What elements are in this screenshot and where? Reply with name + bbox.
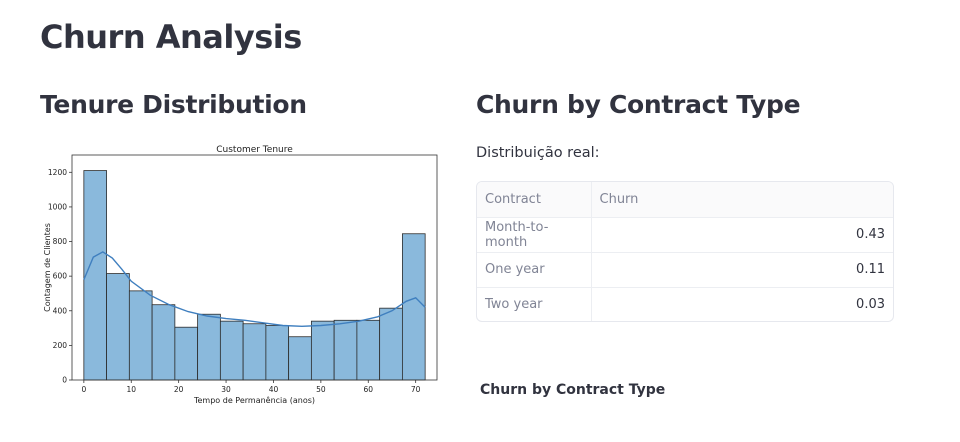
- histogram-bar: [219, 320, 244, 381]
- y-tick-label: 1000: [48, 202, 67, 211]
- x-tick-label: 40: [269, 385, 279, 394]
- row-churn-cell[interactable]: 0.03: [591, 287, 893, 321]
- churn-table[interactable]: Contract Churn Month-to-month 0.43 One y…: [476, 181, 894, 322]
- histogram-bar: [128, 290, 153, 381]
- histogram-bar: [356, 319, 381, 381]
- chart-title: Customer Tenure: [216, 145, 293, 155]
- histogram-bar: [174, 326, 199, 381]
- tenure-histogram-chart: 0 10 20 30 40 50 60 70 0 200 400 600 800 1000 1200 Cust…: [43, 145, 438, 405]
- histogram-bar: [242, 323, 267, 381]
- histogram-bar: [83, 170, 108, 381]
- y-tick-label: 200: [53, 341, 68, 350]
- row-churn-cell[interactable]: 0.43: [591, 217, 893, 253]
- histogram-bar: [401, 233, 426, 381]
- histogram-bar: [265, 325, 290, 381]
- histogram-bar: [288, 336, 312, 381]
- table-row: One year 0.11: [477, 252, 893, 288]
- x-axis-label: Tempo de Permanência (anos): [193, 395, 315, 405]
- row-contract-cell[interactable]: Month-to-month: [477, 217, 592, 253]
- contract-section-title: Churn by Contract Type: [476, 90, 801, 119]
- y-tick-label: 0: [62, 376, 67, 385]
- tenure-section-title: Tenure Distribution: [40, 90, 307, 119]
- histogram-bar: [333, 319, 358, 381]
- page-title: Churn Analysis: [40, 18, 302, 56]
- table-row: Month-to-month 0.43: [477, 217, 893, 253]
- contract-chart-title: Churn by Contract Type: [480, 382, 666, 398]
- histogram-bar: [310, 320, 335, 381]
- y-tick-label: 800: [53, 237, 68, 246]
- histogram-bar: [379, 307, 403, 381]
- histogram-bar: [106, 273, 130, 381]
- row-churn-cell[interactable]: 0.11: [591, 252, 893, 288]
- x-tick-label: 60: [363, 385, 373, 394]
- row-contract-cell[interactable]: Two year: [477, 287, 592, 321]
- table-header-row: Contract Churn: [477, 182, 893, 218]
- x-tick-label: 30: [221, 385, 231, 394]
- x-tick-label: 0: [81, 385, 86, 394]
- column-header-contract[interactable]: Contract: [477, 182, 592, 218]
- y-tick-label: 400: [53, 306, 68, 315]
- x-tick-label: 20: [174, 385, 184, 394]
- x-tick-label: 50: [316, 385, 326, 394]
- y-tick-label: 600: [53, 272, 68, 281]
- table-caption: Distribuição real:: [476, 145, 600, 161]
- x-tick-label: 10: [126, 385, 136, 394]
- table-row: Two year 0.03: [477, 287, 893, 321]
- y-axis-label: Contagem de Clientes: [43, 223, 52, 312]
- y-tick-label: 1200: [48, 168, 67, 177]
- histogram-bar: [151, 304, 176, 381]
- column-header-churn[interactable]: Churn: [591, 182, 893, 218]
- histogram-bar: [197, 313, 221, 381]
- row-contract-cell[interactable]: One year: [477, 252, 592, 288]
- x-tick-label: 70: [411, 385, 421, 394]
